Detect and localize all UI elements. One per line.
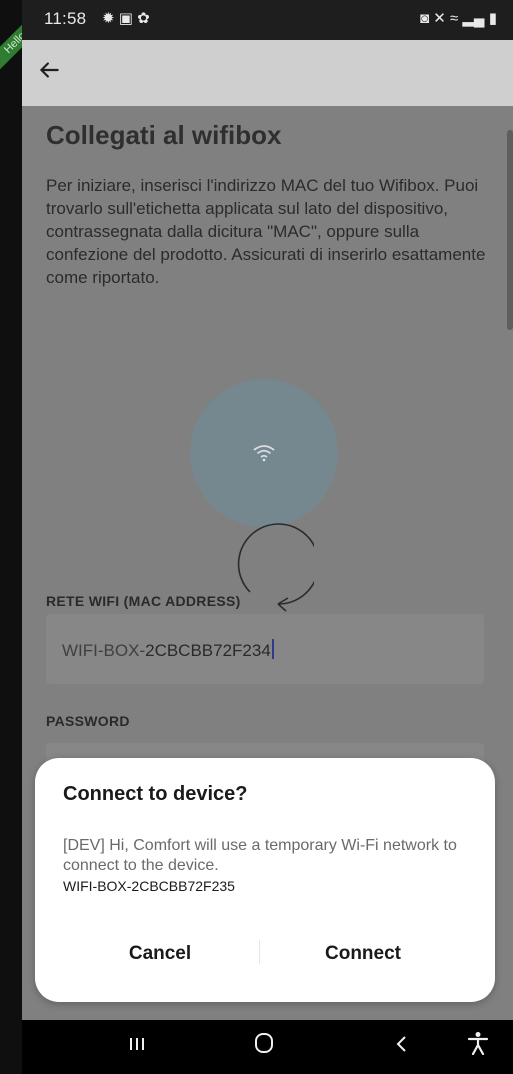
connect-dialog: Connect to device? [DEV] Hi, Comfort wil… [35,758,495,1002]
status-time: 11:58 [44,9,87,28]
left-strip: Hello Stev [0,0,70,1074]
chevron-left-icon [396,1036,406,1052]
cancel-button[interactable]: Cancel [75,938,245,970]
password-label: PASSWORD [46,713,130,729]
back-button[interactable] [36,57,68,89]
mac-prefix: WIFI-BOX- [62,641,146,660]
accessibility-button[interactable] [458,1031,498,1063]
status-bar: 11:58 ✹ ▣ ✿ ◙ ✕ ≈ ▂▄ ▮ [22,0,513,40]
wifi-icon: ≈ [449,10,459,27]
wifi-icon [253,445,275,462]
mac-text: 2CBCBB72F234 [145,641,271,660]
accessibility-icon [467,1032,489,1056]
arrow-left-icon [39,62,59,78]
status-icons-right: ◙ ✕ ≈ ▂▄ ▮ [420,9,497,27]
back-nav-button[interactable] [382,1031,422,1063]
dialog-title: Connect to device? [63,783,248,805]
home-button[interactable] [244,1031,284,1063]
brightness-icon: ✹ [102,10,115,27]
mute-icon: ✕ [433,10,446,27]
scrollbar[interactable] [507,130,513,330]
button-divider [259,940,260,964]
app-bar [22,40,513,106]
mac-address-input[interactable]: WIFI-BOX-2CBCBB72F234 [46,614,484,684]
signal-icon: ▂▄ [462,10,485,27]
dialog-message: [DEV] Hi, Comfort will use a temporary W… [63,837,457,874]
page-description: Per iniziare, inserisci l'indirizzo MAC … [46,176,486,287]
wifi-illustration [190,379,338,527]
wifi-label: RETE WIFI (MAC ADDRESS) [46,593,241,609]
screen: Hello Stev 11:58 ✹ ▣ ✿ ◙ ✕ ≈ ▂▄ ▮ Colleg… [0,0,513,1074]
system-nav-bar [22,1020,513,1074]
vibrate-icon: ◙ [420,10,430,27]
page-title: Collegati al wifibox [46,120,282,150]
settings-icon: ✿ [137,10,150,27]
recents-icon [130,1038,144,1050]
recents-button[interactable] [117,1031,157,1063]
dialog-ssid: WIFI-BOX-2CBCBB72F235 [63,878,235,894]
text-caret [271,639,274,659]
connect-button[interactable]: Connect [275,938,451,970]
image-icon: ▣ [118,10,133,27]
home-icon [255,1033,273,1053]
status-icons-left: ✹ ▣ ✿ [102,9,150,27]
mac-address-value: WIFI-BOX-2CBCBB72F234 [62,639,274,661]
battery-icon: ▮ [488,10,497,27]
